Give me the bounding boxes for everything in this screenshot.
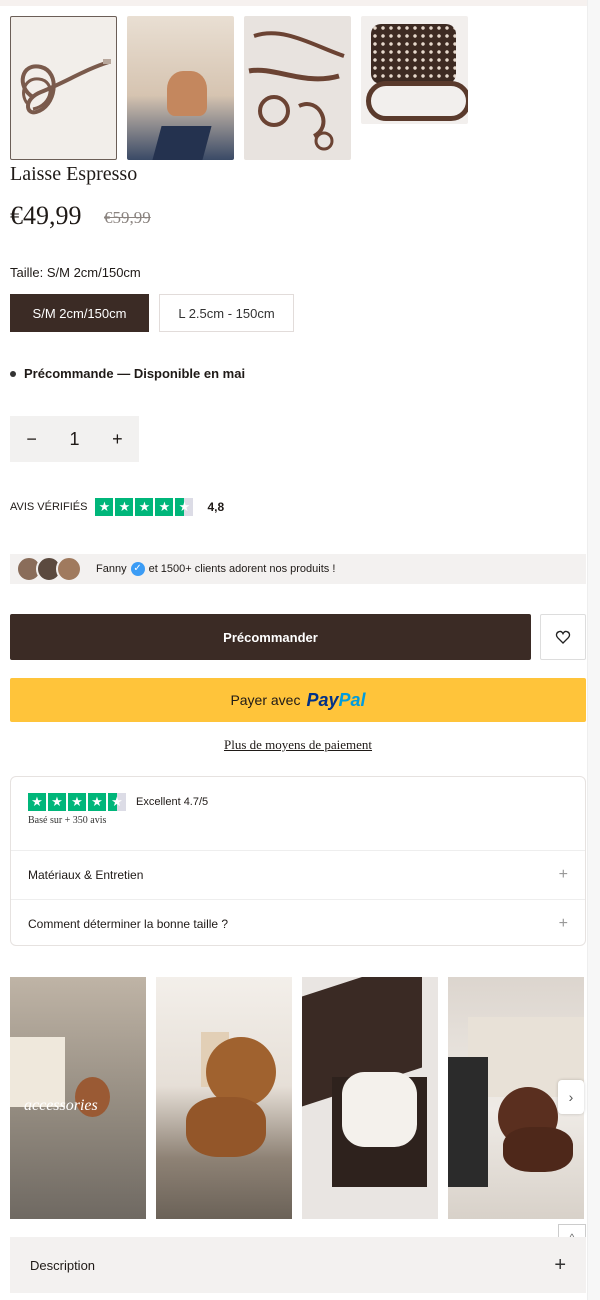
stock-text: Précommande — Disponible en mai <box>24 366 246 381</box>
star-icon: ★ <box>48 793 66 811</box>
dotted-bag <box>371 24 456 84</box>
gallery-caption: accessories <box>24 1097 98 1114</box>
person <box>448 1057 488 1187</box>
gallery-image-street[interactable]: accessories <box>10 977 146 1219</box>
product-title: Laisse Espresso <box>10 163 138 185</box>
wishlist-button[interactable] <box>540 614 586 660</box>
jeans-shape <box>152 126 212 160</box>
quantity-value[interactable]: 1 <box>69 429 79 450</box>
trustpilot-stars: ★ ★ ★ ★ ★ <box>28 793 126 811</box>
star-icon: ★ <box>115 498 134 516</box>
status-dot-icon <box>10 370 16 377</box>
product-old-price: €59,99 <box>104 208 151 227</box>
dog-body <box>186 1097 266 1157</box>
star-half-icon: ★ <box>108 793 126 811</box>
heart-icon <box>555 630 571 644</box>
chevron-right-icon: › <box>568 1089 574 1105</box>
lifestyle-gallery: accessories <box>10 977 584 1219</box>
trustpilot-summary: ★ ★ ★ ★ ★ Excellent 4.7/5 Basé sur + 350… <box>11 777 585 851</box>
size-option-sm[interactable]: S/M 2cm/150cm <box>10 294 149 332</box>
reviewer-name: Fanny <box>96 563 127 575</box>
thumbnail-1[interactable] <box>10 16 117 160</box>
top-bar <box>0 0 588 6</box>
accordion-materials[interactable]: Matériaux & Entretien + <box>11 851 585 899</box>
accordion-label: Matériaux & Entretien <box>28 868 144 882</box>
star-half-icon: ★ <box>175 498 194 516</box>
quantity-plus-button[interactable]: + <box>112 429 123 450</box>
reviews-score: 4,8 <box>207 500 225 514</box>
thumbnail-3[interactable] <box>244 16 351 160</box>
star-icon: ★ <box>88 793 106 811</box>
leash-set-image <box>248 31 345 151</box>
description-accordion[interactable]: Description + <box>10 1237 586 1293</box>
leash-image <box>20 59 111 115</box>
trust-card: ★ ★ ★ ★ ★ Excellent 4.7/5 Basé sur + 350… <box>10 776 586 946</box>
accordion-size-guide[interactable]: Comment déterminer la bonne taille ? + <box>11 899 585 947</box>
star-icon: ★ <box>155 498 174 516</box>
leash-loop <box>366 81 468 121</box>
thumbnail-2[interactable] <box>127 16 234 160</box>
star-icon: ★ <box>135 498 154 516</box>
dust-bag <box>342 1072 417 1147</box>
quantity-stepper: − 1 + <box>10 416 139 462</box>
star-icon: ★ <box>68 793 86 811</box>
paypal-button[interactable]: Payer avec PayPal <box>10 678 586 722</box>
plus-icon: + <box>554 1253 566 1276</box>
gallery-image-dog-sofa[interactable] <box>156 977 292 1219</box>
plus-icon: + <box>558 866 568 883</box>
verified-check-icon: ✓ <box>130 562 145 576</box>
dog-shape <box>167 71 207 116</box>
trust-rating-text: Excellent 4.7/5 <box>136 796 209 808</box>
stock-status: Précommande — Disponible en mai <box>10 366 245 381</box>
preorder-button[interactable]: Précommander <box>10 614 531 660</box>
size-label: Taille: S/M 2cm/150cm <box>10 265 141 280</box>
product-price: €49,99 <box>10 201 82 230</box>
paypal-logo: PayPal <box>306 689 366 710</box>
size-option-l[interactable]: L 2.5cm - 150cm <box>159 294 294 332</box>
customer-avatars <box>16 556 82 582</box>
star-icon: ★ <box>95 498 114 516</box>
accordion-label: Comment déterminer la bonne taille ? <box>28 916 229 931</box>
more-payment-options-link[interactable]: Plus de moyens de paiement <box>0 737 596 753</box>
gallery-next-button[interactable]: › <box>558 1080 584 1114</box>
trust-based-on: Basé sur + 350 avis <box>28 815 107 826</box>
dog-body <box>503 1127 573 1172</box>
description-label: Description <box>30 1257 96 1273</box>
social-proof-text: et 1500+ clients adorent nos produits ! <box>148 563 336 575</box>
gallery-image-packaging[interactable] <box>302 977 438 1219</box>
reviews-label: AVIS VÉRIFIÉS <box>10 501 88 513</box>
verified-reviews[interactable]: AVIS VÉRIFIÉS ★ ★ ★ ★ ★ 4,8 <box>10 498 224 516</box>
quantity-minus-button[interactable]: − <box>26 429 37 450</box>
social-proof-bar: Fanny ✓ et 1500+ clients adorent nos pro… <box>10 554 586 584</box>
page-scrollbar[interactable] <box>587 0 600 1300</box>
thumbnail-4[interactable] <box>361 16 468 124</box>
paypal-prefix: Payer avec <box>230 692 301 708</box>
product-thumbnails <box>10 16 468 160</box>
avatar <box>56 556 82 582</box>
trustpilot-stars: ★ ★ ★ ★ ★ <box>95 498 194 516</box>
plus-icon: + <box>558 914 568 932</box>
star-icon: ★ <box>28 793 46 811</box>
